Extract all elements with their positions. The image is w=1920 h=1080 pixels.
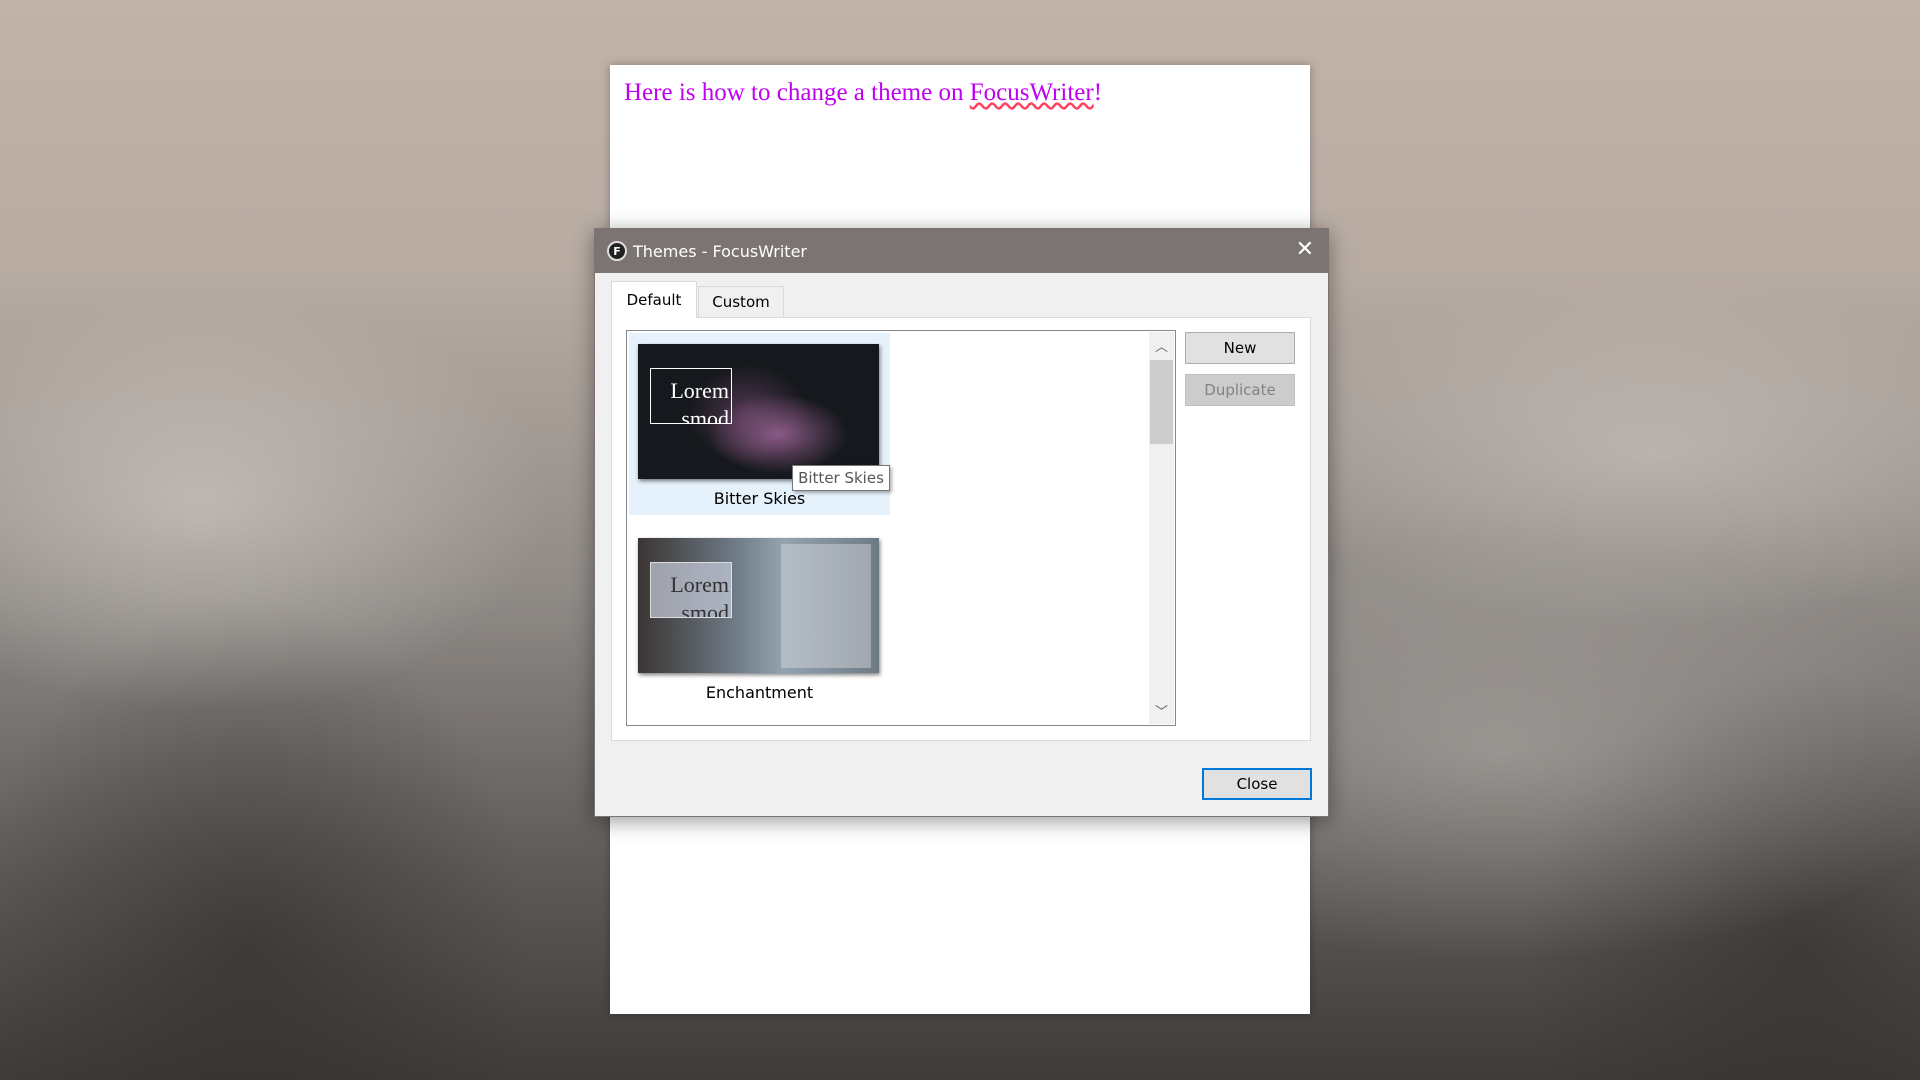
tab-custom[interactable]: Custom — [698, 286, 784, 317]
tooltip: Bitter Skies — [792, 465, 890, 491]
misspelled-word: FocusWriter — [969, 79, 1094, 106]
scroll-up-icon[interactable]: ︿ — [1149, 336, 1174, 355]
new-button[interactable]: New — [1185, 332, 1295, 364]
close-icon[interactable]: ✕ — [1296, 237, 1314, 262]
title-bar[interactable]: F Themes - FocusWriter ✕ — [595, 229, 1328, 273]
theme-label: Bitter Skies — [713, 489, 806, 508]
scrollbar-thumb[interactable] — [1150, 360, 1173, 444]
close-button[interactable]: Close — [1202, 768, 1312, 800]
tab-default[interactable]: Default — [611, 281, 697, 318]
themes-dialog: F Themes - FocusWriter ✕ Default Custom … — [594, 228, 1329, 817]
theme-item-enchantment[interactable]: Lorem smod orr Enchantment — [629, 527, 890, 709]
app-icon: F — [607, 241, 627, 261]
theme-label: Enchantment — [705, 683, 814, 702]
vertical-scrollbar[interactable]: ︿ ﹀ — [1149, 332, 1174, 724]
dialog-title: Themes - FocusWriter — [633, 241, 807, 261]
theme-preview: Lorem smod orr — [638, 344, 879, 479]
theme-preview: Lorem smod orr — [638, 538, 879, 673]
tab-pane: Lorem smod orr Bitter Skies Lorem smod o… — [611, 317, 1311, 741]
theme-list[interactable]: Lorem smod orr Bitter Skies Lorem smod o… — [626, 330, 1176, 726]
document-text: Here is how to change a theme on FocusWr… — [624, 79, 1103, 106]
scroll-down-icon[interactable]: ﹀ — [1149, 701, 1174, 720]
duplicate-button[interactable]: Duplicate — [1185, 374, 1295, 406]
